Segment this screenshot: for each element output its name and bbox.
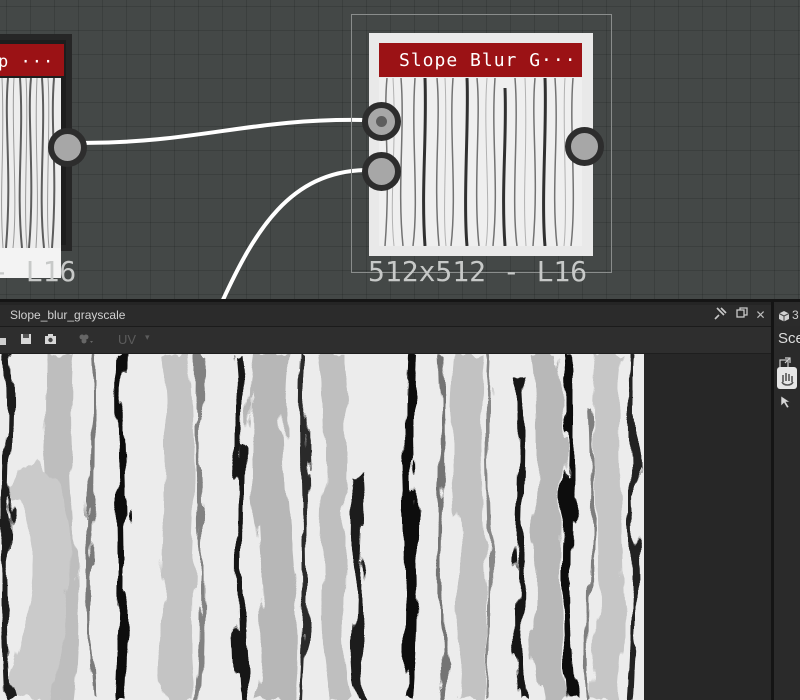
left-node-header: p ···: [0, 44, 64, 76]
view-toolbar: UV ▾: [0, 327, 771, 354]
slope-blur-node-texture: [379, 78, 582, 246]
scene-panel-titlebar[interactable]: 3: [776, 305, 800, 326]
port-connected-dot: [376, 116, 387, 127]
pan-hand-icon[interactable]: [777, 367, 797, 389]
2d-view-panel: Slope_blur_grayscale ✕ UV ▾: [0, 302, 771, 700]
slope-blur-texture-large: [0, 354, 644, 700]
lock-icon[interactable]: [0, 333, 12, 345]
restore-icon[interactable]: [733, 307, 750, 324]
slope-blur-output-port[interactable]: [565, 127, 604, 166]
slope-blur-node-header: Slope Blur G···: [379, 43, 582, 77]
slope-blur-input-port-2[interactable]: [362, 152, 401, 191]
left-node-output-port[interactable]: [48, 128, 87, 167]
slope-blur-node-title: Slope Blur G···: [399, 50, 577, 71]
slope-blur-node-thumbnail: [379, 78, 582, 246]
camera-icon[interactable]: [44, 333, 56, 345]
slope-blur-node-footer: 512x512 - L16: [368, 255, 588, 288]
left-node-thumbnail: [0, 78, 61, 278]
view-title: Slope_blur_grayscale: [10, 308, 126, 322]
left-node-title: p ···: [0, 52, 55, 72]
scene-panel-tab-number: 3: [792, 308, 799, 322]
wire-left-to-main: [78, 117, 367, 145]
left-node[interactable]: p ···: [0, 34, 87, 278]
left-node-texture: [0, 78, 61, 249]
node-graph-canvas[interactable]: p ··· - L16 Slope Blur G··· 512x512 - L1…: [0, 0, 800, 302]
slope-blur-input-port-1[interactable]: [362, 102, 401, 141]
view-titlebar[interactable]: Slope_blur_grayscale ✕: [0, 305, 771, 327]
left-node-footer: - L16: [0, 255, 77, 288]
chevron-down-icon: ▾: [145, 333, 150, 343]
pin-icon[interactable]: [712, 307, 729, 324]
wire-offscreen-to-main: [220, 168, 367, 302]
scene-panel: 3 Sce: [771, 302, 800, 700]
view-background: [644, 354, 771, 700]
scene-label: Sce: [778, 330, 800, 347]
channels-icon[interactable]: [78, 333, 93, 345]
cube-icon: [778, 311, 790, 322]
texture-preview[interactable]: [0, 354, 644, 700]
select-arrow-icon[interactable]: [780, 394, 792, 413]
close-icon[interactable]: ✕: [752, 307, 769, 324]
uv-dropdown[interactable]: UV: [118, 332, 136, 347]
save-icon[interactable]: [20, 333, 32, 345]
